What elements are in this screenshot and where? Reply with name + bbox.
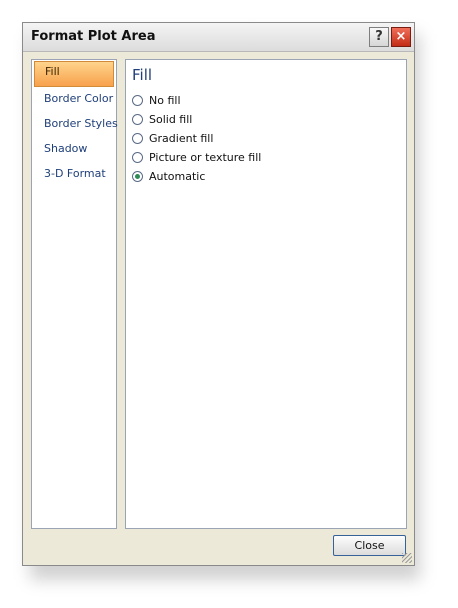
- format-plot-area-dialog: Format Plot Area ? × Fill Border Color B…: [22, 22, 415, 566]
- title-bar: Format Plot Area ? ×: [23, 23, 414, 52]
- dialog-title: Format Plot Area: [31, 29, 156, 44]
- help-button[interactable]: ?: [369, 27, 389, 47]
- radio-icon[interactable]: [132, 151, 143, 163]
- resize-grip-icon[interactable]: [402, 553, 412, 563]
- sidebar-item-shadow[interactable]: Shadow: [34, 138, 114, 162]
- radio-label: Picture or texture fill: [149, 150, 262, 164]
- category-sidebar: Fill Border Color Border Styles Shadow 3…: [31, 59, 118, 529]
- radio-icon-checked[interactable]: [132, 170, 143, 182]
- close-icon[interactable]: ×: [391, 27, 411, 47]
- panel-heading: Fill: [132, 66, 153, 84]
- sidebar-item-fill[interactable]: Fill: [34, 61, 114, 87]
- solid-fill-option[interactable]: Solid fill: [132, 111, 192, 127]
- radio-label: Solid fill: [149, 112, 193, 126]
- radio-label: Gradient fill: [149, 131, 214, 145]
- no-fill-option[interactable]: No fill: [132, 92, 181, 108]
- fill-panel: Fill No fill Solid fill Gradient fill Pi…: [125, 59, 407, 529]
- radio-icon[interactable]: [132, 94, 143, 106]
- close-button[interactable]: Close: [333, 535, 406, 556]
- sidebar-item-border-styles[interactable]: Border Styles: [34, 113, 118, 137]
- radio-icon[interactable]: [132, 113, 143, 125]
- sidebar-item-border-color[interactable]: Border Color: [34, 88, 114, 112]
- radio-label: No fill: [149, 93, 181, 107]
- automatic-option[interactable]: Automatic: [132, 168, 205, 184]
- radio-icon[interactable]: [132, 132, 143, 144]
- sidebar-item-3d-format[interactable]: 3-D Format: [34, 163, 114, 187]
- radio-label: Automatic: [149, 169, 206, 183]
- picture-texture-fill-option[interactable]: Picture or texture fill: [132, 149, 261, 165]
- gradient-fill-option[interactable]: Gradient fill: [132, 130, 213, 146]
